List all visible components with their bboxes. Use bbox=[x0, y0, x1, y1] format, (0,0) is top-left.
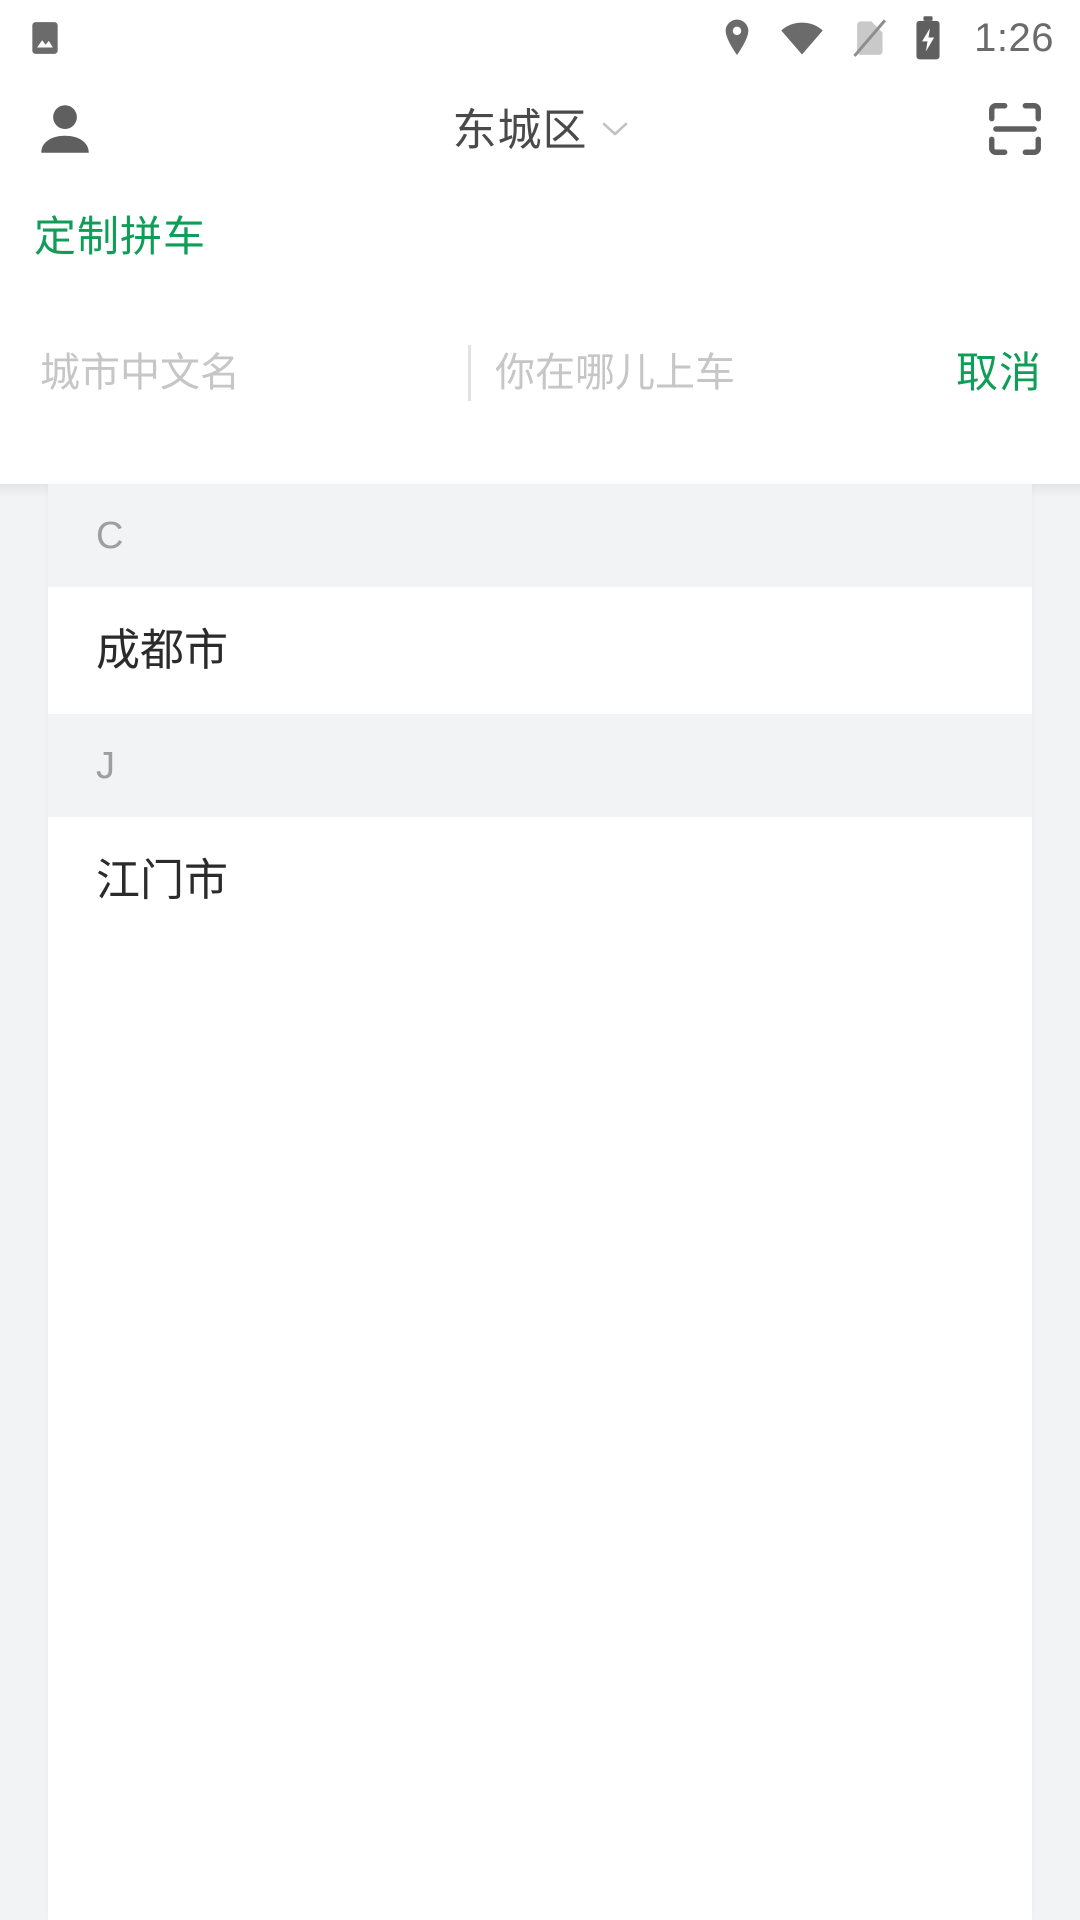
search-bar: 取消 bbox=[0, 287, 1080, 459]
section-header-c: C bbox=[48, 484, 1032, 587]
cancel-button[interactable]: 取消 bbox=[936, 352, 1046, 394]
app-header: 东城区 bbox=[0, 75, 1080, 187]
location-pin-icon bbox=[720, 18, 754, 58]
scan-qr-icon bbox=[984, 102, 1046, 164]
list-item[interactable]: 江门市 bbox=[48, 817, 1032, 944]
field-divider bbox=[468, 345, 471, 401]
list-item[interactable]: 成都市 bbox=[48, 587, 1032, 714]
city-search-input[interactable] bbox=[40, 343, 460, 403]
person-icon bbox=[34, 104, 96, 164]
image-placeholder-icon bbox=[26, 19, 64, 57]
status-bar-clock: 1:26 bbox=[974, 15, 1054, 60]
page-title: 东城区 bbox=[452, 106, 588, 155]
chevron-down-icon bbox=[602, 121, 628, 142]
pickup-spot-input[interactable] bbox=[495, 343, 936, 403]
profile-button[interactable] bbox=[34, 98, 96, 165]
status-bar-left-icons bbox=[26, 19, 64, 57]
status-bar-right-icons: 1:26 bbox=[720, 15, 1054, 61]
section-header-j: J bbox=[48, 714, 1032, 817]
tab-custom-carpool[interactable]: 定制拼车 bbox=[34, 216, 206, 258]
no-sim-icon bbox=[850, 16, 888, 60]
city-selector[interactable]: 东城区 bbox=[0, 109, 1080, 153]
scan-button[interactable] bbox=[984, 98, 1046, 165]
search-results-overlay: C 成都市 J 江门市 bbox=[0, 484, 1080, 1920]
wifi-icon bbox=[780, 20, 824, 56]
city-result-panel: C 成都市 J 江门市 bbox=[48, 484, 1032, 1920]
status-bar: 1:26 bbox=[0, 0, 1080, 75]
battery-charging-icon bbox=[914, 15, 942, 61]
tab-bar: 定制拼车 bbox=[0, 187, 1080, 287]
